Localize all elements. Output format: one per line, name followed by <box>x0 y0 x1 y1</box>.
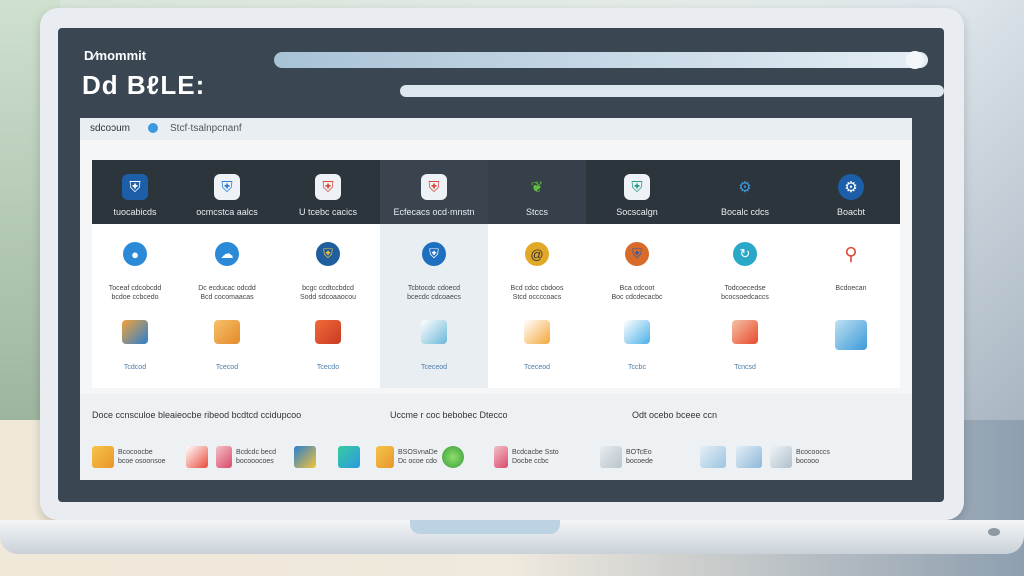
list-item[interactable]: Bcdcdc becd bocooocoes <box>186 446 276 468</box>
refresh-icon <box>441 446 464 468</box>
tab-label[interactable]: sdcoɔum <box>90 123 130 134</box>
column-link[interactable]: Tcecdo <box>276 364 380 371</box>
shield-icon: ⛨ <box>122 174 148 200</box>
box-icon <box>732 320 758 344</box>
address-bar[interactable] <box>274 51 928 69</box>
box-icon <box>315 320 341 344</box>
column-label: Stccs <box>525 207 548 217</box>
image-icon <box>770 446 792 468</box>
shield-icon: ⛨ <box>625 242 649 266</box>
app-icon <box>294 446 316 468</box>
column-link[interactable]: Tcncsd <box>688 364 802 371</box>
grid-column-4[interactable]: ⛨ Ecfecacs ocd·mnstn ⛨ Tcbtocdc cdoecd bce… <box>380 160 489 388</box>
column-link[interactable]: Tcdcod <box>92 364 178 371</box>
address-text[interactable]: Stcf·tsalnpcnanf <box>170 123 242 134</box>
document-icon <box>524 320 550 344</box>
bottom-panel: Doce ccnsculoe bleaieocbe ribeod bcdtcd … <box>80 394 912 480</box>
laptop-notch <box>410 520 560 534</box>
column-label: tuocabicds <box>113 207 157 217</box>
column-link[interactable]: Tceceod <box>380 364 488 371</box>
list-item[interactable]: BOTcEo bocoede <box>600 446 653 468</box>
column-label: Boacbt <box>836 207 866 217</box>
item-label: Bcocooccs bocooo <box>796 449 830 465</box>
document-icon <box>624 320 650 344</box>
column-desc: Bca cdcoot Boc cdcdecacbc <box>611 285 663 301</box>
shield-icon <box>494 446 508 468</box>
app-window: sdcoɔum Stcf·tsalnpcnanf ⛨ tuocabicds ● To… <box>80 118 912 480</box>
shield-icon: ⛨ <box>422 242 446 266</box>
photo-icon <box>186 446 208 468</box>
item-label: Bcdcacbe Ssto Docbe ccbc <box>512 449 559 465</box>
list-item[interactable]: Bcocooccs bocooo <box>700 446 830 468</box>
image-icon <box>736 446 762 468</box>
folder-icon <box>122 320 148 344</box>
item-label: Bcdcdc becd bocooocoes <box>236 449 277 465</box>
column-desc: Bcd cdcc cbdoos Stcd occccoacs <box>510 285 564 301</box>
section-title: Odt ocebo bceee ccn <box>632 410 718 420</box>
shield-icon <box>216 446 232 468</box>
document-icon <box>376 446 394 468</box>
gear-icon: ⚙ <box>738 179 752 196</box>
grid-column-6[interactable]: ⛨ Socscalgn ⛨ Bca cdcoot Boc cdcdecacbc Tcc… <box>586 160 689 388</box>
pin-icon: ⚲ <box>839 242 863 266</box>
shield-icon: ⛨ <box>315 174 341 200</box>
spiral-icon: @ <box>525 242 549 266</box>
grid-column-1[interactable]: ⛨ tuocabicds ● Toceaf cdcobcdd bcdoe ccbce… <box>92 160 179 388</box>
globe-icon: ● <box>123 242 147 266</box>
image-icon <box>600 446 622 468</box>
brand-small: D⁄mommit <box>84 48 147 63</box>
app-grid: ⛨ tuocabicds ● Toceaf cdcobcdd bcdoe ccbce… <box>92 160 900 388</box>
column-label: Socscalgn <box>616 207 658 217</box>
leaf-icon: ❦ <box>530 179 544 196</box>
list-item[interactable]: Bcdcacbe Ssto Docbe ccbc <box>494 446 559 468</box>
column-desc: Toceaf cdcobcdd bcdoe ccbcedo <box>108 285 162 301</box>
grid-column-3[interactable]: ⛨ U tcebc cacics ⛨ bcgc ccdtccbdcd Sodd sd… <box>276 160 381 388</box>
column-desc: Bcdoecan <box>835 285 867 292</box>
toolbar-strip <box>400 85 944 97</box>
shield-icon: ⛨ <box>214 174 240 200</box>
gear-icon: ⚙ <box>838 174 864 200</box>
shield-icon: ⛨ <box>316 242 340 266</box>
section-title: Doce ccnsculoe bleaieocbe ribeod bcdtcd … <box>92 410 302 420</box>
item-label: Bcocoocbe bcoe osoonsoe <box>118 449 166 465</box>
window-topbar: sdcoɔum Stcf·tsalnpcnanf <box>80 118 912 140</box>
grid-column-2[interactable]: ⛨ ocmcstca aalcs ☁ Dc ecducac odcdd Bcd co… <box>178 160 277 388</box>
column-label: U tcebc cacics <box>298 207 358 217</box>
column-label: Ecfecacs ocd·mnstn <box>393 207 475 217</box>
document-icon <box>421 320 447 344</box>
column-desc: bcgc ccdtccbdcd Sodd sdcoaaocou <box>299 285 357 301</box>
item-label: BOTcEo bocoede <box>626 449 653 465</box>
shield-icon: ⛨ <box>421 174 447 200</box>
folder-icon <box>835 320 867 350</box>
image-icon <box>700 446 726 468</box>
scroll-knob[interactable] <box>906 51 924 69</box>
list-item[interactable]: BSOSvnaDe Dc ocoe cdo <box>376 446 464 468</box>
refresh-icon: ↻ <box>733 242 757 266</box>
cloud-icon: ☁ <box>215 242 239 266</box>
column-label: Bocalc cdcs <box>720 207 770 217</box>
laptop-indicator <box>988 528 1000 536</box>
item-label: BSOSvnaDe Dc ocoe cdo <box>398 449 438 465</box>
grid-column-7[interactable]: ⚙ Bocalc cdcs ↻ Todcoecedse bcocsoedcaccs T… <box>688 160 803 388</box>
column-link[interactable]: Tccbc <box>586 364 688 371</box>
column-link[interactable]: Tcecod <box>178 364 276 371</box>
grid-column-8[interactable]: ⚙ Boacbt ⚲ Bcdoecan <box>802 160 900 388</box>
grid-column-5[interactable]: ❦ Stccs @ Bcd cdcc cbdoos Stcd occccoacs Tc… <box>488 160 587 388</box>
column-desc: Todcoecedse bcocsoedcaccs <box>721 285 769 301</box>
column-link[interactable]: Tceceod <box>488 364 586 371</box>
brand-title: Dd BℓLE: <box>82 70 206 100</box>
laptop-screen: D⁄mommit Dd BℓLE: sdcoɔum Stcf·tsalnpcna… <box>58 28 944 502</box>
box-icon <box>214 320 240 344</box>
column-desc: Dc ecducac odcdd Bcd cocomaacas <box>198 285 256 301</box>
app-icon <box>338 446 360 468</box>
status-dot-icon <box>148 123 158 133</box>
list-item[interactable]: Bcocoocbe bcoe osoonsoe <box>92 446 165 468</box>
column-desc: Tcbtocdc cdoecd bcecdc cdcoaecs <box>407 285 461 301</box>
section-title: Uccme r coc bebobec Dtecco <box>390 410 508 420</box>
folder-icon <box>92 446 114 468</box>
column-label: ocmcstca aalcs <box>196 207 258 217</box>
list-item[interactable] <box>294 446 360 468</box>
shield-icon: ⛨ <box>624 174 650 200</box>
